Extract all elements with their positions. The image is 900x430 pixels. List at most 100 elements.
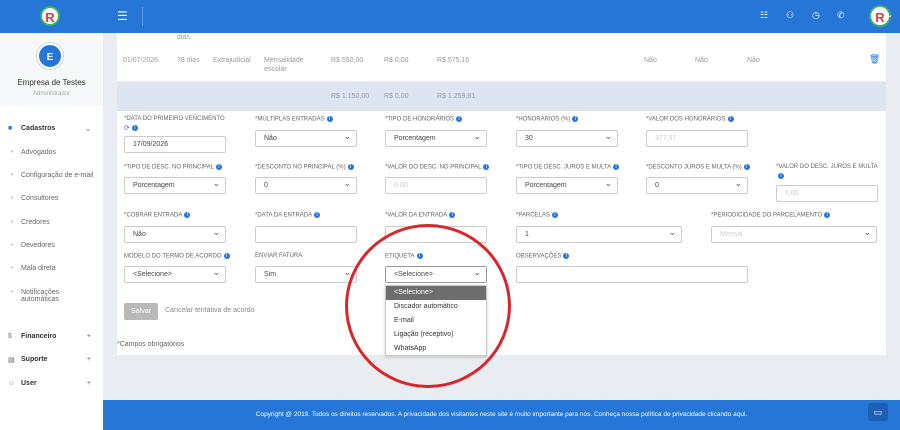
sidebar-section-suporte[interactable]: ▤ Suporte + bbox=[0, 356, 103, 364]
list-icon[interactable]: ☷ bbox=[760, 10, 768, 21]
sidebar-item-advogados[interactable]: Advogados bbox=[0, 149, 103, 156]
sidebar-section-label: Cadastros bbox=[21, 125, 56, 132]
info-icon: i bbox=[131, 125, 138, 132]
info-icon: i bbox=[778, 173, 784, 180]
plus-icon: + bbox=[86, 380, 91, 387]
support-icon: ▤ bbox=[8, 357, 15, 364]
field-label-text: Modelo do termo de acordo bbox=[124, 253, 222, 260]
sidebar-section-financeiro[interactable]: $ Financeiro + bbox=[0, 333, 103, 340]
table-cell: 78 dias bbox=[177, 57, 200, 64]
sidebar-section-label: Suporte bbox=[21, 356, 48, 363]
field-label-text: *Periodicidade do parcelamento bbox=[711, 212, 823, 219]
info-icon: i bbox=[223, 253, 230, 259]
first-due-date-label: *Data do primeiro vencimento bbox=[124, 116, 225, 122]
entry-value-label: *Valor da entrada i bbox=[385, 212, 456, 219]
sidebar-section-label: Financeiro bbox=[21, 333, 57, 340]
field-label-text: *Valor do desc. no principal bbox=[385, 164, 482, 171]
table-cell: dias bbox=[177, 34, 190, 41]
table-cell: Não bbox=[644, 57, 657, 64]
chat-icon[interactable]: ▭ bbox=[868, 403, 888, 421]
principal-discount-percent-label: *Desconto no principal (%) i bbox=[255, 164, 354, 171]
principal-discount-value-input[interactable]: 0,00 bbox=[385, 177, 487, 194]
send-invoice-select[interactable]: Sim bbox=[255, 266, 357, 283]
entry-date-label: *Data da entrada i bbox=[255, 212, 321, 219]
table-cell: 01/07/2026 bbox=[123, 57, 159, 64]
installments-table: dias 01/07/2026 78 dias Extrajudicial Me… bbox=[117, 33, 886, 112]
principal-discount-percent-select[interactable]: 0 bbox=[255, 177, 357, 194]
agreement-template-select[interactable]: <Selecione> bbox=[124, 266, 226, 283]
interest-discount-value-input[interactable]: 0,00 bbox=[776, 185, 878, 202]
clock-icon[interactable]: ◷ bbox=[812, 10, 820, 21]
installment-periodicity-select[interactable]: Mensal bbox=[711, 226, 877, 243]
field-label-text: Enviar fatura bbox=[255, 253, 303, 259]
installments-select[interactable]: 1 bbox=[516, 226, 682, 243]
sidebar-profile: E Empresa de Testes Administrador bbox=[0, 33, 103, 106]
fees-value-input[interactable]: 377,97 bbox=[646, 130, 748, 147]
table-cell: Extrajudicial bbox=[213, 57, 251, 64]
agreement-template-label: Modelo do termo de acordo i bbox=[124, 253, 230, 260]
company-avatar: E bbox=[37, 43, 63, 69]
field-label-text: *Desconto no principal (%) bbox=[255, 164, 346, 171]
footer-text[interactable]: Copyright @ 2019. Todos os direitos rese… bbox=[256, 411, 747, 418]
field-label-text: Observações bbox=[516, 253, 562, 260]
charge-entry-select[interactable]: Não bbox=[124, 226, 226, 243]
table-row: 01/07/2026 78 dias Extrajudicial Mensali… bbox=[117, 49, 886, 82]
save-button[interactable]: Salvar bbox=[124, 303, 158, 320]
entry-date-input[interactable] bbox=[255, 226, 357, 243]
table-cell: R$ 1.150,00 bbox=[331, 93, 370, 100]
cancel-agreement-link[interactable]: Cancelar tentativa de acordo bbox=[165, 307, 255, 314]
sidebar-item-mala-direta[interactable]: Mala direta bbox=[0, 265, 103, 272]
info-icon: i bbox=[347, 164, 354, 170]
interest-discount-type-select[interactable]: Porcentagem bbox=[516, 177, 618, 194]
table-cell: Não bbox=[695, 57, 708, 64]
info-icon: i bbox=[314, 212, 321, 218]
table-cell: R$ 0,00 bbox=[384, 93, 409, 100]
sidebar: E Empresa de Testes Administrador ■ Cada… bbox=[0, 33, 103, 430]
sidebar-item-label: automáticas bbox=[21, 296, 59, 303]
info-icon: i bbox=[215, 164, 222, 170]
topbar-divider bbox=[142, 7, 143, 26]
trash-icon[interactable]: 🗑 bbox=[869, 55, 880, 64]
info-icon: i bbox=[326, 116, 333, 122]
notes-input[interactable] bbox=[516, 266, 748, 283]
menu-toggle-icon[interactable]: ☰ bbox=[117, 9, 128, 23]
info-icon: i bbox=[483, 164, 490, 170]
whatsapp-icon[interactable]: ✆ bbox=[837, 10, 845, 21]
table-cell: R$ 575,16 bbox=[437, 57, 470, 64]
principal-discount-value-label: *Valor do desc. no principal i bbox=[385, 164, 490, 171]
first-due-date-input[interactable]: 17/09/2026 bbox=[124, 136, 226, 153]
installment-periodicity-label: *Periodicidade do parcelamento i bbox=[711, 212, 831, 219]
sidebar-item-notificacoes[interactable]: Notificações automáticas bbox=[0, 289, 103, 303]
field-label-text: *Data da entrada bbox=[255, 212, 313, 219]
sidebar-item-configuracao-email[interactable]: Configuração de e-mail bbox=[0, 172, 103, 179]
field-label-text: *Valor dos honorários bbox=[646, 116, 726, 123]
fees-percent-label: *Honorários (%) i bbox=[516, 116, 579, 123]
handshake-icon[interactable]: ⚇ bbox=[786, 10, 794, 21]
table-cell-line: Mensalidade bbox=[264, 57, 304, 64]
sidebar-item-credores[interactable]: Credores bbox=[0, 219, 103, 226]
principal-discount-type-select[interactable]: Porcentagem bbox=[124, 177, 226, 194]
refresh-icon[interactable]: ⟳ i bbox=[124, 124, 138, 132]
fees-percent-select[interactable]: 30 bbox=[516, 130, 618, 147]
multiple-entries-select[interactable]: Não bbox=[255, 130, 357, 147]
info-icon: i bbox=[449, 212, 456, 218]
interest-discount-percent-select[interactable]: 0 bbox=[646, 177, 748, 194]
sidebar-item-label: Notificações bbox=[21, 289, 60, 296]
sidebar-section-user[interactable]: ☺ User + bbox=[0, 380, 103, 387]
fee-type-select[interactable]: Porcentagem bbox=[385, 130, 487, 147]
multiple-entries-label: *Múltiplas entradas i bbox=[255, 116, 333, 123]
sidebar-section-cadastros[interactable]: ■ Cadastros ⌄ bbox=[0, 125, 103, 133]
interest-discount-value-label: *Valor do desc. juros e multa bbox=[776, 164, 878, 170]
folder-icon: ■ bbox=[8, 125, 13, 132]
info-icon: i bbox=[551, 212, 558, 218]
installments-label: *Parcelas i bbox=[516, 212, 558, 219]
plus-icon: + bbox=[86, 333, 91, 340]
app-logo[interactable]: R bbox=[40, 6, 60, 26]
fees-value-label: *Valor dos honorários i bbox=[646, 116, 734, 123]
info-icon: i bbox=[743, 164, 750, 170]
info-icon: i bbox=[613, 164, 620, 170]
chevron-down-icon[interactable]: ⌄ bbox=[887, 11, 893, 19]
field-label-text: *Valor do desc. juros e multa bbox=[776, 164, 878, 170]
sidebar-item-devedores[interactable]: Devedores bbox=[0, 242, 103, 249]
sidebar-item-consultores[interactable]: Consultores bbox=[0, 195, 103, 202]
